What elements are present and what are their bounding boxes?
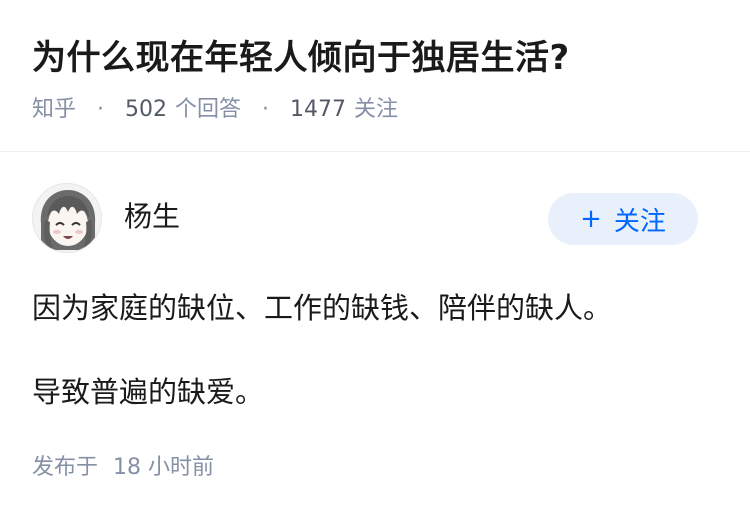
answer-count-label[interactable]: 个回答 [175,97,241,122]
anime-girl-avatar-icon [40,190,96,250]
follower-count-label[interactable]: 关注 [354,97,398,122]
publish-label: 发布于 [32,455,99,480]
author-name[interactable]: 杨生 [124,199,180,235]
meta-separator: · [97,97,105,122]
source-label: 知乎 [32,97,77,122]
question-header: 为什么现在年轻人倾向于独居生活? 知乎 · 502 个回答 · 1477 关注 [0,0,750,151]
follower-count: 1477 [290,97,347,122]
avatar[interactable] [32,183,102,253]
question-meta: 知乎 · 502 个回答 · 1477 关注 [32,94,398,126]
meta-separator: · [262,97,270,122]
follow-button[interactable]: + 关注 [548,193,698,245]
answer-paragraph: 因为家庭的缺位、工作的缺钱、陪伴的缺人。 [32,291,613,325]
publish-time: 发布于 18 小时前 [32,452,214,484]
author-row: 杨生 + 关注 [32,183,718,253]
follow-button-label: 关注 [613,206,666,237]
plus-icon: + [580,204,602,234]
publish-time-value: 18 小时前 [113,455,215,480]
answer-paragraph: 导致普遍的缺爱。 [32,375,265,409]
question-title[interactable]: 为什么现在年轻人倾向于独居生活? [32,34,570,82]
answer-count: 502 [125,97,168,122]
divider [0,151,750,152]
